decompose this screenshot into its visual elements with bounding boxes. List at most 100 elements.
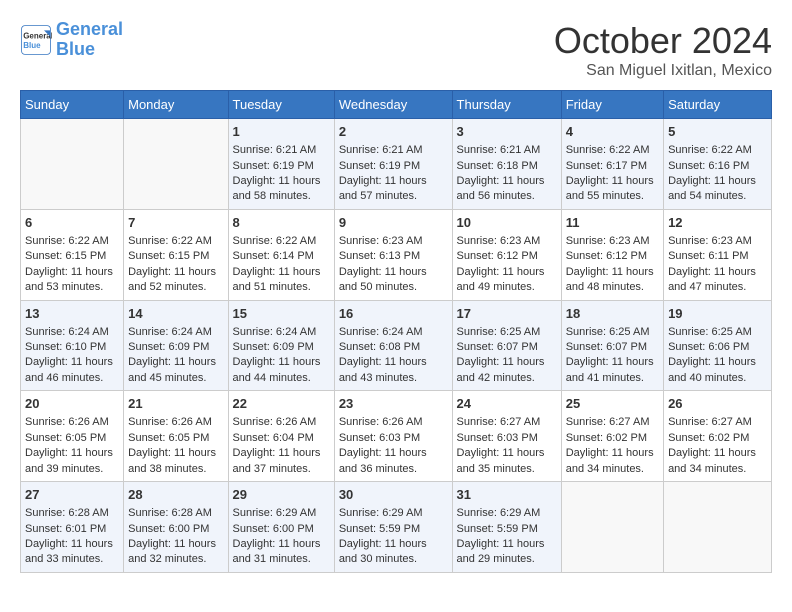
daylight-text: Daylight: 11 hours and 50 minutes. bbox=[339, 266, 427, 293]
calendar-cell: 10Sunrise: 6:23 AMSunset: 6:12 PMDayligh… bbox=[452, 209, 561, 300]
calendar-cell bbox=[561, 482, 663, 573]
sunset-text: Sunset: 6:07 PM bbox=[566, 341, 647, 353]
sunset-text: Sunset: 6:12 PM bbox=[457, 250, 538, 262]
calendar-cell bbox=[124, 119, 228, 210]
sunrise-text: Sunrise: 6:22 AM bbox=[566, 144, 650, 156]
calendar-cell: 25Sunrise: 6:27 AMSunset: 6:02 PMDayligh… bbox=[561, 391, 663, 482]
logo-text: General Blue bbox=[56, 20, 123, 60]
location: San Miguel Ixitlan, Mexico bbox=[554, 62, 772, 80]
sunrise-text: Sunrise: 6:24 AM bbox=[233, 326, 317, 338]
day-number: 3 bbox=[457, 123, 557, 141]
logo-line1: General bbox=[56, 19, 123, 39]
sunset-text: Sunset: 6:15 PM bbox=[128, 250, 209, 262]
daylight-text: Daylight: 11 hours and 49 minutes. bbox=[457, 266, 545, 293]
sunset-text: Sunset: 6:06 PM bbox=[668, 341, 749, 353]
calendar-table: SundayMondayTuesdayWednesdayThursdayFrid… bbox=[20, 90, 772, 573]
day-number: 31 bbox=[457, 486, 557, 504]
sunrise-text: Sunrise: 6:26 AM bbox=[128, 416, 212, 428]
calendar-cell: 11Sunrise: 6:23 AMSunset: 6:12 PMDayligh… bbox=[561, 209, 663, 300]
weekday-header: Sunday bbox=[21, 91, 124, 119]
day-number: 21 bbox=[128, 395, 223, 413]
calendar-week-row: 1Sunrise: 6:21 AMSunset: 6:19 PMDaylight… bbox=[21, 119, 772, 210]
sunset-text: Sunset: 6:13 PM bbox=[339, 250, 420, 262]
day-number: 13 bbox=[25, 305, 119, 323]
sunrise-text: Sunrise: 6:29 AM bbox=[339, 507, 423, 519]
day-number: 26 bbox=[668, 395, 767, 413]
sunset-text: Sunset: 5:59 PM bbox=[339, 523, 420, 535]
weekday-header-row: SundayMondayTuesdayWednesdayThursdayFrid… bbox=[21, 91, 772, 119]
day-number: 8 bbox=[233, 214, 330, 232]
sunrise-text: Sunrise: 6:29 AM bbox=[233, 507, 317, 519]
sunrise-text: Sunrise: 6:21 AM bbox=[233, 144, 317, 156]
day-number: 15 bbox=[233, 305, 330, 323]
daylight-text: Daylight: 11 hours and 39 minutes. bbox=[25, 447, 113, 474]
sunset-text: Sunset: 6:02 PM bbox=[566, 432, 647, 444]
sunrise-text: Sunrise: 6:25 AM bbox=[668, 326, 752, 338]
day-number: 2 bbox=[339, 123, 448, 141]
sunset-text: Sunset: 6:15 PM bbox=[25, 250, 106, 262]
sunset-text: Sunset: 6:04 PM bbox=[233, 432, 314, 444]
sunset-text: Sunset: 6:09 PM bbox=[233, 341, 314, 353]
daylight-text: Daylight: 11 hours and 53 minutes. bbox=[25, 266, 113, 293]
sunrise-text: Sunrise: 6:21 AM bbox=[457, 144, 541, 156]
sunset-text: Sunset: 6:03 PM bbox=[457, 432, 538, 444]
sunset-text: Sunset: 6:16 PM bbox=[668, 160, 749, 172]
calendar-cell: 5Sunrise: 6:22 AMSunset: 6:16 PMDaylight… bbox=[664, 119, 772, 210]
sunset-text: Sunset: 6:02 PM bbox=[668, 432, 749, 444]
day-number: 4 bbox=[566, 123, 659, 141]
logo-line2: Blue bbox=[56, 39, 95, 59]
day-number: 14 bbox=[128, 305, 223, 323]
daylight-text: Daylight: 11 hours and 41 minutes. bbox=[566, 356, 654, 383]
sunset-text: Sunset: 6:05 PM bbox=[128, 432, 209, 444]
sunrise-text: Sunrise: 6:22 AM bbox=[233, 235, 317, 247]
calendar-cell: 30Sunrise: 6:29 AMSunset: 5:59 PMDayligh… bbox=[334, 482, 452, 573]
logo-icon: General Blue bbox=[20, 24, 52, 56]
weekday-header: Tuesday bbox=[228, 91, 334, 119]
calendar-week-row: 20 Sunrise: 6:26 AM Sunset: 6:05 PM Dayligh… bbox=[21, 391, 772, 482]
day-number: 30 bbox=[339, 486, 448, 504]
day-number: 20 bbox=[25, 395, 119, 413]
sunset-text: Sunset: 6:18 PM bbox=[457, 160, 538, 172]
day-number: 22 bbox=[233, 395, 330, 413]
calendar-cell: 6Sunrise: 6:22 AMSunset: 6:15 PMDaylight… bbox=[21, 209, 124, 300]
sunrise-text: Sunrise: 6:25 AM bbox=[457, 326, 541, 338]
calendar-cell: 20Sunrise: 6:26 AMSunset: 6:05 PMDayligh… bbox=[21, 391, 124, 482]
daylight-text: Daylight: 11 hours and 46 minutes. bbox=[25, 356, 113, 383]
day-number: 6 bbox=[25, 214, 119, 232]
calendar-cell: 26Sunrise: 6:27 AMSunset: 6:02 PMDayligh… bbox=[664, 391, 772, 482]
day-number: 7 bbox=[128, 214, 223, 232]
daylight-text: Daylight: 11 hours and 45 minutes. bbox=[128, 356, 216, 383]
calendar-cell: 14Sunrise: 6:24 AMSunset: 6:09 PMDayligh… bbox=[124, 300, 228, 391]
sunset-text: Sunset: 6:19 PM bbox=[339, 160, 420, 172]
sunrise-text: Sunrise: 6:27 AM bbox=[668, 416, 752, 428]
calendar-cell: 12Sunrise: 6:23 AMSunset: 6:11 PMDayligh… bbox=[664, 209, 772, 300]
sunrise-text: Sunrise: 6:29 AM bbox=[457, 507, 541, 519]
sunrise-text: Sunrise: 6:26 AM bbox=[339, 416, 423, 428]
sunset-text: Sunset: 6:08 PM bbox=[339, 341, 420, 353]
calendar-cell bbox=[21, 119, 124, 210]
sunrise-text: Sunrise: 6:23 AM bbox=[339, 235, 423, 247]
calendar-cell: 24Sunrise: 6:27 AMSunset: 6:03 PMDayligh… bbox=[452, 391, 561, 482]
calendar-cell: 4Sunrise: 6:22 AMSunset: 6:17 PMDaylight… bbox=[561, 119, 663, 210]
day-number: 17 bbox=[457, 305, 557, 323]
calendar-cell: 16Sunrise: 6:24 AMSunset: 6:08 PMDayligh… bbox=[334, 300, 452, 391]
sunset-text: Sunset: 6:07 PM bbox=[457, 341, 538, 353]
calendar-week-row: 13 Sunrise: 6:24 AM Sunset: 6:10 PM Dayligh… bbox=[21, 300, 772, 391]
day-number: 12 bbox=[668, 214, 767, 232]
daylight-text: Daylight: 11 hours and 56 minutes. bbox=[457, 175, 545, 202]
sunrise-text: Sunrise: 6:26 AM bbox=[233, 416, 317, 428]
calendar-cell: 3 Sunrise: 6:21 AM Sunset: 6:18 PM Daylight… bbox=[452, 119, 561, 210]
sunset-text: Sunset: 6:09 PM bbox=[128, 341, 209, 353]
sunset-text: Sunset: 6:12 PM bbox=[566, 250, 647, 262]
calendar-week-row: 6 Sunrise: 6:22 AM Sunset: 6:15 PM Daylight… bbox=[21, 209, 772, 300]
sunset-text: Sunset: 6:10 PM bbox=[25, 341, 106, 353]
day-number: 29 bbox=[233, 486, 330, 504]
day-number: 19 bbox=[668, 305, 767, 323]
day-number: 28 bbox=[128, 486, 223, 504]
sunset-text: Sunset: 6:03 PM bbox=[339, 432, 420, 444]
weekday-header: Monday bbox=[124, 91, 228, 119]
daylight-text: Daylight: 11 hours and 31 minutes. bbox=[233, 538, 321, 565]
day-number: 18 bbox=[566, 305, 659, 323]
daylight-text: Daylight: 11 hours and 47 minutes. bbox=[668, 266, 756, 293]
calendar-cell bbox=[664, 482, 772, 573]
